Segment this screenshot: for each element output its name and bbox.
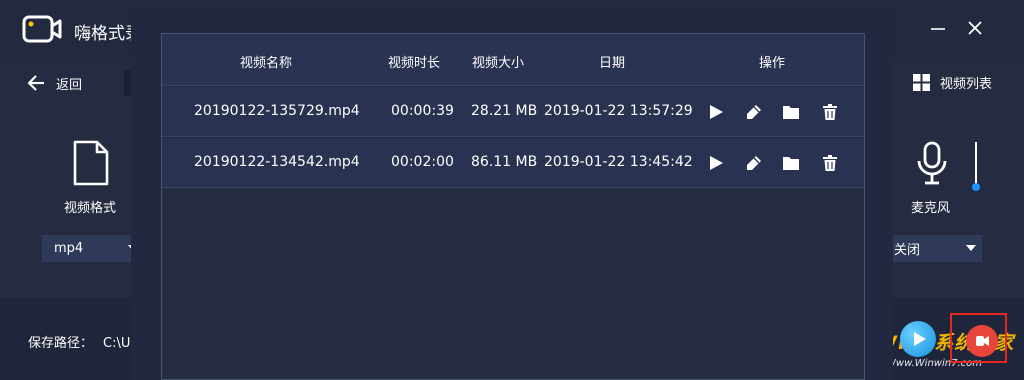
microphone-label: 麦克风	[911, 201, 951, 216]
app-logo-icon	[22, 15, 62, 43]
column-header-duration: 视频时长	[388, 56, 441, 71]
video-name: 20190122-134542.mp4	[194, 154, 360, 170]
play-icon[interactable]	[707, 154, 725, 172]
column-header-actions: 操作	[759, 56, 786, 71]
video-name: 20190122-135729.mp4	[194, 103, 360, 119]
floating-action-button[interactable]	[900, 321, 936, 357]
record-toggle-button[interactable]	[966, 325, 998, 357]
format-label: 视频格式	[64, 201, 117, 216]
video-duration: 00:02:00	[391, 154, 454, 170]
arrow-left-icon	[27, 75, 44, 91]
microphone-select[interactable]: 关闭	[884, 235, 982, 262]
folder-icon[interactable]	[782, 154, 800, 172]
video-size: 28.21 MB	[471, 103, 538, 119]
play-arrow-icon	[914, 332, 926, 346]
column-header-name: 视频名称	[240, 56, 293, 71]
minimize-icon[interactable]	[928, 18, 948, 38]
close-icon[interactable]	[965, 18, 985, 38]
grid-icon	[913, 74, 930, 91]
video-size: 86.11 MB	[471, 154, 538, 170]
video-duration: 00:00:39	[391, 103, 454, 119]
play-icon[interactable]	[707, 103, 725, 121]
delete-icon[interactable]	[821, 103, 839, 121]
save-path: 保存路径： C:\U	[28, 332, 130, 351]
video-date: 2019-01-22 13:57:29	[544, 103, 693, 119]
back-label: 返回	[56, 77, 83, 93]
back-button[interactable]: 返回	[26, 72, 82, 94]
format-select[interactable]: mp4	[42, 235, 140, 262]
folder-icon[interactable]	[782, 103, 800, 121]
volume-slider-handle[interactable]	[972, 183, 980, 191]
video-list-button[interactable]: 视频列表	[913, 73, 992, 92]
video-date: 2019-01-22 13:45:42	[544, 154, 693, 170]
column-header-size: 视频大小	[472, 56, 525, 71]
microphone-icon	[917, 141, 947, 185]
column-header-date: 日期	[599, 56, 626, 71]
microphone-value: 关闭	[894, 243, 921, 258]
record-icon	[976, 336, 989, 346]
edit-icon[interactable]	[745, 103, 763, 121]
video-list-label: 视频列表	[940, 77, 993, 92]
delete-icon[interactable]	[821, 154, 839, 172]
volume-slider[interactable]	[975, 142, 977, 186]
chevron-down-icon	[966, 245, 976, 251]
edit-icon[interactable]	[745, 154, 763, 172]
format-value: mp4	[54, 241, 84, 256]
save-path-value[interactable]: C:\U	[103, 336, 130, 351]
file-icon	[73, 140, 109, 186]
save-path-label: 保存路径：	[28, 336, 94, 351]
